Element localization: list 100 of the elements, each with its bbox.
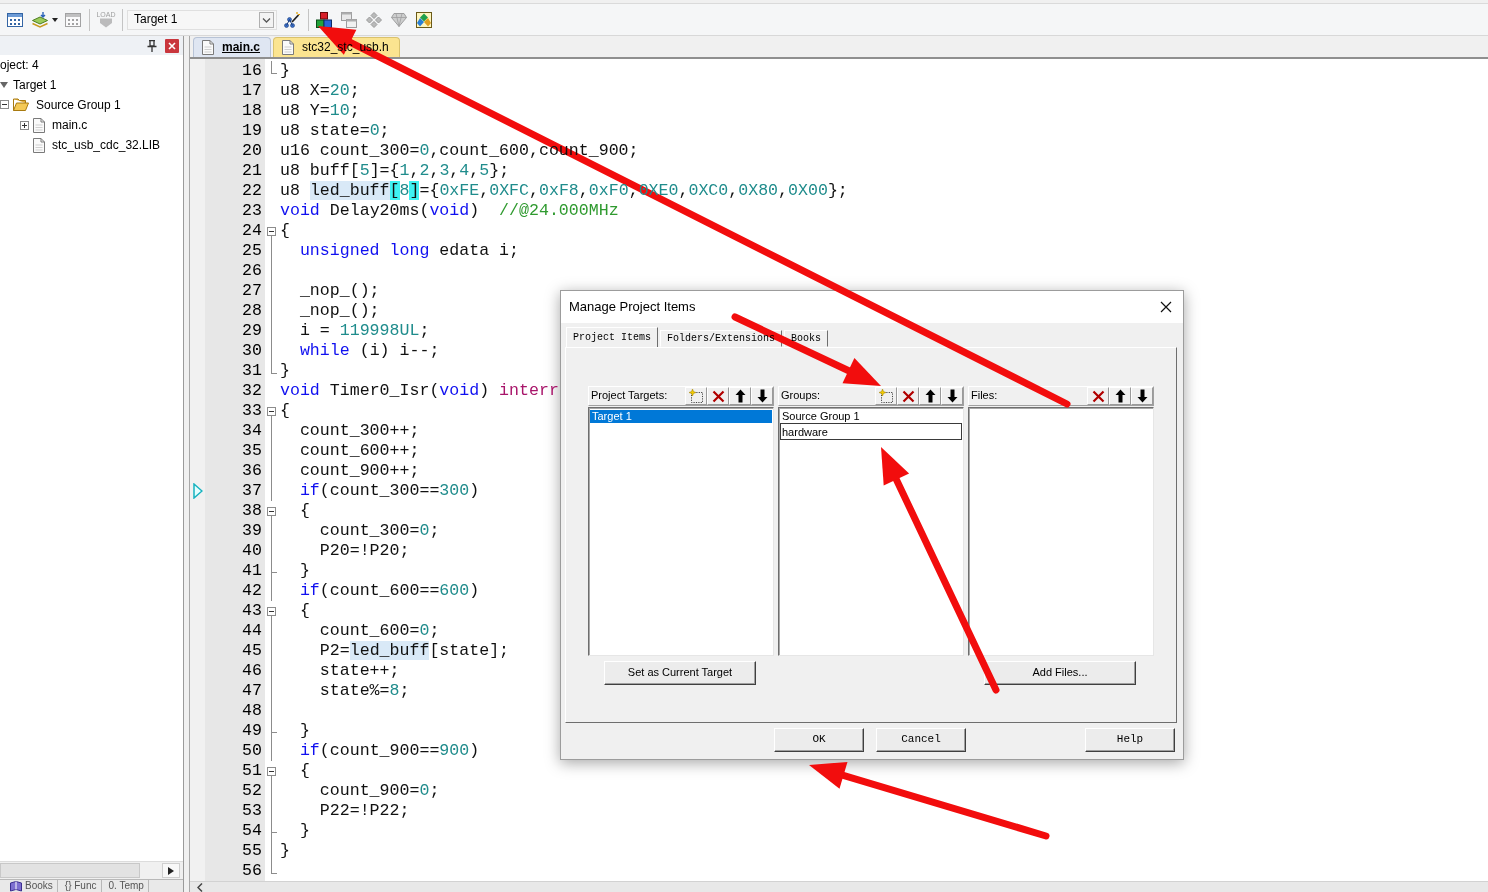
line-number: 54	[242, 821, 262, 840]
folder-icon	[13, 98, 29, 112]
new-button[interactable]	[685, 387, 707, 405]
line-number: 35	[242, 441, 262, 460]
line-number: 17	[242, 81, 262, 100]
line-number: 50	[242, 741, 262, 760]
line-number: 19	[242, 121, 262, 140]
dialog-button[interactable]: OK	[774, 728, 864, 752]
code-line: }	[280, 361, 290, 380]
collapse-icon[interactable]	[0, 100, 9, 110]
arrow-up-icon	[734, 389, 746, 403]
pin-icon[interactable]	[147, 39, 157, 52]
caret-icon[interactable]	[52, 17, 58, 22]
delete-button[interactable]	[1087, 387, 1109, 405]
target-dropdown[interactable]: Target 1	[127, 9, 277, 30]
file-icon	[33, 137, 45, 153]
layers-icon[interactable]	[32, 11, 48, 28]
move-down-button[interactable]	[751, 387, 773, 405]
tree-item[interactable]: oject: 4	[0, 57, 39, 73]
move-down-button[interactable]	[1131, 387, 1153, 405]
tiles-icon[interactable]	[416, 11, 432, 28]
tree-item[interactable]: Target 1	[0, 77, 57, 93]
line-number: 40	[242, 541, 262, 560]
line-number: 20	[242, 141, 262, 160]
line-number: 22	[242, 181, 262, 200]
move-up-button[interactable]	[1109, 387, 1131, 405]
line-number: 43	[242, 601, 262, 620]
file-tab[interactable]: main.c	[193, 37, 271, 57]
code-line: {	[298, 501, 310, 520]
collapse-icon[interactable]	[267, 766, 276, 776]
line-number: 47	[242, 681, 262, 700]
panel-button[interactable]: Set as Current Target	[604, 661, 756, 685]
line-number: 41	[242, 561, 262, 580]
expand-icon[interactable]	[20, 120, 29, 130]
line-number: 33	[242, 401, 262, 420]
grid-icon[interactable]	[7, 11, 23, 28]
move-down-button[interactable]	[941, 387, 963, 405]
dialog-button[interactable]: Cancel	[876, 728, 966, 752]
code-line: if(count_300==300)	[298, 481, 480, 500]
tree-item[interactable]: stc_usb_cdc_32.LIB	[20, 137, 161, 153]
new-button[interactable]	[875, 387, 897, 405]
panel-tab[interactable]: 0. Temp	[104, 880, 149, 892]
code-line: u8 state=0;	[280, 121, 390, 140]
arrow-up-icon	[924, 389, 936, 403]
list-box[interactable]: Source Group 1 hardware	[778, 407, 964, 656]
arrow-right-icon	[168, 866, 174, 875]
line-number: 24	[242, 221, 262, 240]
line-number: 28	[242, 301, 262, 320]
code-line: if(count_600==600)	[298, 581, 480, 600]
dialog-button[interactable]: Help	[1085, 728, 1175, 752]
code-line: state++;	[318, 661, 400, 680]
code-line: while (i) i--;	[298, 341, 440, 360]
code-line: }	[298, 561, 310, 580]
tree-item[interactable]: main.c	[20, 117, 88, 133]
code-line: {	[298, 601, 310, 620]
list-label: Files:	[971, 389, 998, 403]
list-item[interactable]: Source Group 1	[780, 410, 962, 423]
list-item[interactable]: Target 1	[590, 410, 772, 423]
dialog-tab[interactable]: Project Items	[566, 327, 658, 348]
panel-button[interactable]: Add Files...	[984, 661, 1136, 685]
wand-icon[interactable]	[284, 11, 300, 28]
move-up-button[interactable]	[729, 387, 751, 405]
new-icon	[879, 389, 893, 403]
move-up-button[interactable]	[919, 387, 941, 405]
arrow-left-icon[interactable]	[197, 882, 203, 892]
blocks-icon[interactable]	[316, 11, 332, 28]
code-line: state%=8;	[318, 681, 410, 700]
line-number: 56	[242, 861, 262, 880]
code-line: count_900=0;	[318, 781, 440, 800]
collapse-icon[interactable]	[267, 606, 276, 616]
delete-icon	[711, 389, 725, 403]
dialog-tab[interactable]: Folders/Extensions	[660, 330, 783, 347]
code-line: }	[298, 821, 310, 840]
code-line: u8 buff[5]={1,2,3,4,5};	[280, 161, 510, 180]
line-number: 39	[242, 521, 262, 540]
collapse-icon[interactable]	[267, 406, 276, 416]
code-line: P22=!P22;	[318, 801, 410, 820]
panel-tab[interactable]: Books	[6, 880, 58, 892]
delete-button[interactable]	[707, 387, 729, 405]
file-icon	[202, 40, 214, 55]
scrollbar-thumb[interactable]	[0, 863, 140, 878]
code-line: count_300++;	[298, 421, 420, 440]
line-number: 27	[242, 281, 262, 300]
line-number: 16	[242, 61, 262, 80]
line-number: 46	[242, 661, 262, 680]
collapse-icon[interactable]	[267, 506, 276, 516]
tree-item[interactable]: Source Group 1	[0, 97, 121, 113]
collapse-icon[interactable]	[267, 226, 276, 236]
scroll-right-button[interactable]	[162, 863, 180, 878]
line-number: 31	[242, 361, 262, 380]
line-number: 23	[242, 201, 262, 220]
line-number: 55	[242, 841, 262, 860]
panel-tab[interactable]: {} Func	[60, 880, 102, 892]
list-box[interactable]: Target 1	[588, 407, 774, 656]
line-number: 42	[242, 581, 262, 600]
close-icon[interactable]	[1160, 301, 1172, 313]
rename-field[interactable]: hardware	[780, 423, 962, 440]
line-number: 45	[242, 641, 262, 660]
code-line: P2=led_buff[state];	[318, 641, 510, 660]
delete-button[interactable]	[897, 387, 919, 405]
